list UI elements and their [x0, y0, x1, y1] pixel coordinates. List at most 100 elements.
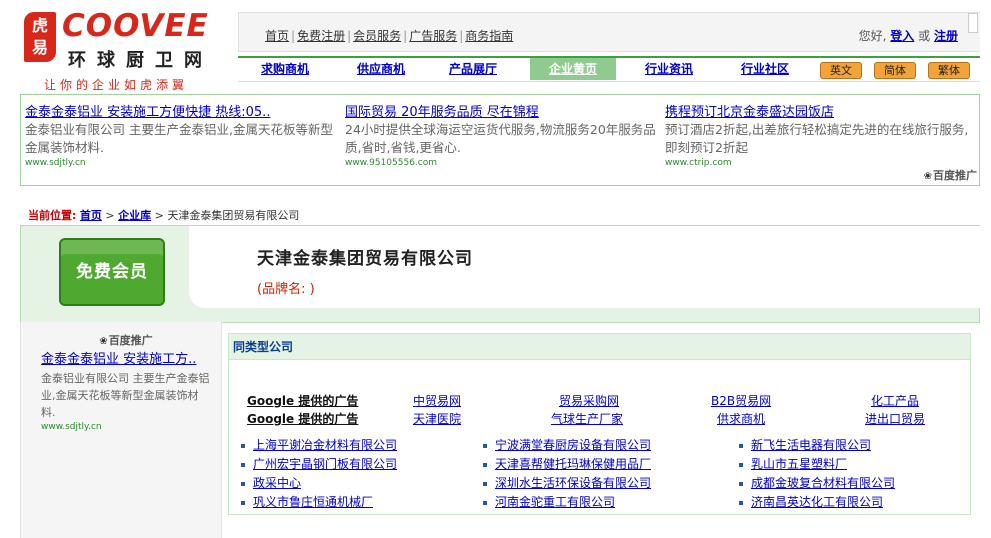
baidu-promo-tag: ❀百度推广: [99, 334, 153, 347]
bullet-icon: [739, 443, 743, 448]
lang-simplified-button[interactable]: 简体: [874, 62, 916, 79]
google-ad-link[interactable]: B2B贸易网: [711, 392, 771, 409]
list-item: 政采中心: [241, 474, 397, 493]
company-list: 上海平谢冶金材料有限公司 广州宏宇晶钢门板有限公司 政采中心 巩义市鲁庄恒通机械…: [241, 436, 397, 512]
breadcrumb: 当前位置: 首页 > 企业库 > 天津金泰集团贸易有限公司: [28, 209, 300, 222]
company-link[interactable]: 巩义市鲁庄恒通机械厂: [253, 495, 373, 509]
nav-item-products[interactable]: 产品展厅: [434, 60, 512, 80]
ad-desc: 金泰铝业有限公司 主要生产金泰铝业,金属天花板等新型金属装饰材料.: [25, 122, 333, 155]
left-sidebar: ❀百度推广 金泰金泰铝业 安装施工方.. 金泰铝业有限公司 主要生产金泰铝业,金…: [20, 322, 222, 538]
ad-strip: 金泰金泰铝业 安装施工方便快捷 热线:05.. 金泰铝业有限公司 主要生产金泰铝…: [20, 94, 980, 186]
baidu-promo-label: 百度推广: [933, 169, 977, 182]
nav-item-buy[interactable]: 求购商机: [246, 60, 324, 80]
bullet-icon: [739, 481, 743, 486]
google-ad-link[interactable]: 贸易采购网: [559, 392, 619, 409]
google-ad-link[interactable]: 进出口贸易: [865, 410, 925, 427]
list-item: 济南昌英达化工有限公司: [739, 493, 895, 512]
bullet-icon: [241, 443, 245, 448]
company-link[interactable]: 天津喜帮健托玛琳保健用品厂: [495, 457, 651, 471]
bullet-icon: [483, 462, 487, 467]
company-header: 免费会员 天津金泰集团贸易有限公司 (品牌名: ): [20, 225, 980, 323]
company-link[interactable]: 成都金玻复合材料有限公司: [751, 476, 895, 490]
lang-traditional-button[interactable]: 繁体: [928, 62, 970, 79]
paw-icon: ❀: [923, 171, 932, 182]
list-item: 深圳水生活环保设备有限公司: [483, 474, 651, 493]
google-ad-link[interactable]: 供求商机: [717, 410, 765, 427]
or-text: 或: [918, 29, 931, 43]
logo-badge: 虎 易: [24, 12, 56, 62]
ad-title[interactable]: 国际贸易 20年服务品质 尽在锦程: [345, 101, 660, 120]
company-link[interactable]: 河南金驼重工有限公司: [495, 495, 615, 509]
ad-title[interactable]: 携程预订北京金泰盛达园饭店: [665, 101, 980, 120]
nav-item-supply[interactable]: 供应商机: [342, 60, 420, 80]
ad-desc: 预订酒店2折起,出差旅行轻松搞定先进的在线旅行服务,即刻预订2折起: [665, 122, 969, 155]
lang-english-button[interactable]: 英文: [820, 62, 862, 79]
bullet-icon: [241, 481, 245, 486]
ad-item: 携程预订北京金泰盛达园饭店 预订酒店2折起,出差旅行轻松搞定先进的在线旅行服务,…: [665, 101, 980, 168]
top-links: 首页 | 免费注册 | 会员服务 | 广告服务 | 商务指南: [265, 29, 514, 43]
sidebar-ad: ❀百度推广 金泰金泰铝业 安装施工方.. 金泰铝业有限公司 主要生产金泰铝业,金…: [41, 332, 211, 432]
google-ads-label[interactable]: Google 提供的广告: [247, 392, 358, 409]
section-heading: 同类型公司: [229, 334, 970, 360]
company-link[interactable]: 政采中心: [253, 476, 301, 490]
list-item: 天津喜帮健托玛琳保健用品厂: [483, 455, 651, 474]
nav-item-news[interactable]: 行业资讯: [630, 60, 708, 80]
ad-item: 金泰金泰铝业 安装施工方便快捷 热线:05.. 金泰铝业有限公司 主要生产金泰铝…: [25, 101, 340, 168]
list-item: 广州宏宇晶钢门板有限公司: [241, 455, 397, 474]
breadcrumb-home[interactable]: 首页: [80, 209, 102, 222]
company-link[interactable]: 上海平谢冶金材料有限公司: [253, 438, 397, 452]
company-link[interactable]: 济南昌英达化工有限公司: [751, 495, 883, 509]
google-ad-link[interactable]: 气球生产厂家: [551, 410, 623, 427]
breadcrumb-current: 天津金泰集团贸易有限公司: [167, 209, 300, 222]
sidebar-ad-url[interactable]: www.sdjtly.cn: [41, 422, 211, 432]
google-ad-link[interactable]: 天津医院: [413, 410, 461, 427]
company-link[interactable]: 广州宏宇晶钢门板有限公司: [253, 457, 397, 471]
ad-url[interactable]: www.95105556.com: [345, 158, 660, 168]
top-link-business-guide[interactable]: 商务指南: [465, 29, 513, 43]
list-item: 宁波满堂春厨房设备有限公司: [483, 436, 651, 455]
list-item: 成都金玻复合材料有限公司: [739, 474, 895, 493]
company-info: 天津金泰集团贸易有限公司 (品牌名: ): [189, 226, 980, 308]
bullet-icon: [483, 443, 487, 448]
logo-wordmark: COOVEE: [62, 8, 209, 44]
breadcrumb-company-lib[interactable]: 企业库: [118, 209, 151, 222]
company-name: 天津金泰集团贸易有限公司: [257, 249, 473, 269]
sidebar-ad-desc: 金泰铝业有限公司 主要生产金泰铝业,金属天花板等新型金属装饰材料.: [41, 372, 210, 419]
main-nav: 求购商机 供应商机 产品展厅 企业黄页 行业资讯 行业社区 英文 简体 繁体: [238, 56, 980, 82]
ad-desc: 24小时提供全球海运空运货代服务,物流服务20年服务品质,省时,省钱,更省心.: [345, 122, 656, 155]
logo-slogan: 让你的企业如虎添翼: [44, 78, 189, 92]
company-link[interactable]: 深圳水生活环保设备有限公司: [495, 476, 651, 490]
company-link[interactable]: 宁波满堂春厨房设备有限公司: [495, 438, 651, 452]
nav-item-yellow-pages[interactable]: 企业黄页: [530, 58, 616, 80]
google-ads-label[interactable]: Google 提供的广告: [247, 410, 358, 427]
list-item: 巩义市鲁庄恒通机械厂: [241, 493, 397, 512]
top-link-home[interactable]: 首页: [265, 29, 289, 43]
login-link[interactable]: 登入: [890, 29, 914, 43]
brand-name: (品牌名: ): [257, 282, 315, 297]
greeting: 您好,: [858, 29, 887, 43]
bullet-icon: [483, 500, 487, 505]
top-link-member-service[interactable]: 会员服务: [353, 29, 401, 43]
google-ad-link[interactable]: 化工产品: [871, 392, 919, 409]
bullet-icon: [483, 481, 487, 486]
top-bar: 首页 | 免费注册 | 会员服务 | 广告服务 | 商务指南 您好, 登入 或 注册: [238, 12, 980, 52]
sidebar-ad-title[interactable]: 金泰金泰铝业 安装施工方..: [41, 351, 211, 369]
top-link-ad-service[interactable]: 广告服务: [409, 29, 457, 43]
list-item: 乳山市五星塑料厂: [739, 455, 895, 474]
top-link-register[interactable]: 免费注册: [297, 29, 345, 43]
ad-title[interactable]: 金泰金泰铝业 安装施工方便快捷 热线:05..: [25, 101, 340, 120]
list-item: 河南金驼重工有限公司: [483, 493, 651, 512]
company-link[interactable]: 乳山市五星塑料厂: [751, 457, 847, 471]
google-ad-link[interactable]: 中贸易网: [413, 392, 461, 409]
scroll-handle[interactable]: [968, 13, 978, 33]
bullet-icon: [241, 462, 245, 467]
ad-url[interactable]: www.sdjtly.cn: [25, 158, 340, 168]
company-link[interactable]: 新飞生活电器有限公司: [751, 438, 871, 452]
baidu-promo-tag[interactable]: ❀百度推广: [924, 167, 977, 183]
nav-item-community[interactable]: 行业社区: [726, 60, 804, 80]
company-list: 宁波满堂春厨房设备有限公司 天津喜帮健托玛琳保健用品厂 深圳水生活环保设备有限公…: [483, 436, 651, 512]
list-item: 新飞生活电器有限公司: [739, 436, 895, 455]
list-item: 上海平谢冶金材料有限公司: [241, 436, 397, 455]
site-logo[interactable]: 虎 易 COOVEE 环球厨卫网 让你的企业如虎添翼: [20, 8, 220, 94]
register-link[interactable]: 注册: [934, 29, 958, 43]
